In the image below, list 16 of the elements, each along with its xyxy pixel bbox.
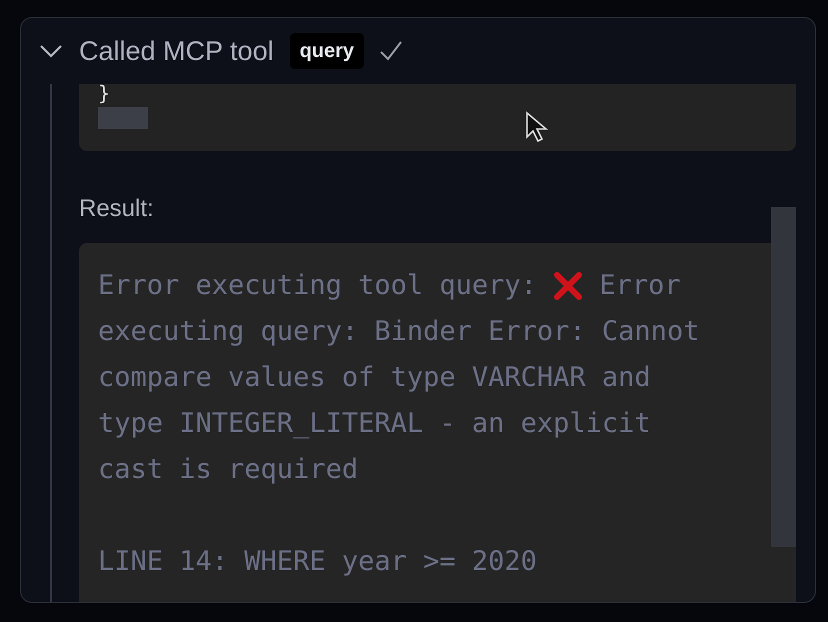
result-text: LINE 14: WHERE year >= 2020 xyxy=(98,545,537,579)
chevron-icon[interactable] xyxy=(39,44,63,58)
code-text: } xyxy=(98,84,112,102)
result-text: compare values of type VARCHAR and xyxy=(98,361,651,395)
scrollbar[interactable] xyxy=(771,207,796,547)
text-selection xyxy=(98,107,148,129)
result-text: Error executing tool query: xyxy=(98,269,538,303)
tool-call-title: Called MCP tool xyxy=(79,34,274,68)
tool-name-label: query xyxy=(290,33,364,69)
cross-icon xyxy=(553,271,584,301)
result-label: Result: xyxy=(79,194,155,224)
result-text: Error xyxy=(598,269,681,303)
mouse-pointer-icon xyxy=(525,111,549,143)
result-text: type INTEGER_LITERAL - an explicit xyxy=(98,407,651,441)
result-text: executing query: Binder Error: Cannot xyxy=(98,315,700,349)
result-text: cast is required xyxy=(98,453,358,487)
